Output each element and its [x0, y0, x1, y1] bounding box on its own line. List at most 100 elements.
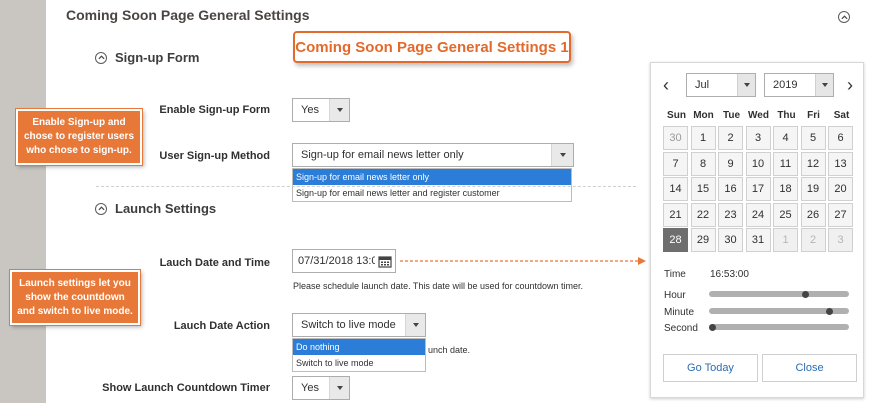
chevron-down-icon — [405, 314, 425, 336]
calendar-day[interactable]: 3 — [828, 228, 853, 252]
enable-signup-value: Yes — [301, 104, 319, 116]
hour-slider-handle[interactable] — [802, 290, 810, 298]
calendar-day[interactable]: 30 — [663, 126, 688, 150]
weekday-header: Sun — [667, 110, 686, 121]
calendar-icon[interactable] — [375, 255, 395, 268]
next-month-button[interactable]: › — [847, 76, 853, 94]
calendar-day[interactable]: 21 — [663, 202, 688, 227]
calendar-day[interactable]: 9 — [718, 151, 743, 176]
weekday-header: Mon — [693, 110, 714, 121]
calendar-day[interactable]: 28 — [663, 228, 688, 252]
second-slider-handle[interactable] — [709, 323, 716, 331]
signup-method-value: Sign-up for email news letter only — [301, 149, 464, 161]
hour-slider[interactable] — [709, 290, 849, 298]
launch-date-label: Lauch Date and Time — [159, 257, 270, 269]
signup-section-heading[interactable]: Sign-up Form — [95, 50, 200, 65]
collapse-section-button[interactable] — [838, 11, 850, 23]
time-label: Time — [664, 269, 686, 280]
second-label: Second — [664, 323, 698, 334]
chevron-down-icon — [329, 377, 349, 399]
launch-action-select[interactable]: Switch to live mode — [292, 313, 426, 337]
calendar-day[interactable]: 6 — [828, 126, 853, 150]
calendar-day[interactable]: 12 — [800, 151, 826, 176]
launch-action-label: Lauch Date Action — [173, 320, 270, 332]
calendar-day[interactable]: 25 — [773, 202, 798, 227]
launch-heading-text: Launch Settings — [115, 201, 217, 216]
calendar-day[interactable]: 24 — [745, 202, 771, 227]
launch-date-note: Please schedule launch date. This date w… — [293, 281, 584, 291]
weekday-header: Wed — [748, 110, 769, 121]
go-today-button[interactable]: Go Today — [663, 354, 758, 382]
launch-date-value: 07/31/2018 13:0 — [298, 255, 375, 267]
calendar-day[interactable]: 15 — [690, 177, 716, 201]
calendar-day[interactable]: 7 — [663, 151, 688, 176]
launch-section-heading[interactable]: Launch Settings — [95, 201, 216, 216]
calendar-day[interactable]: 17 — [745, 177, 771, 201]
calendar-day[interactable]: 13 — [828, 151, 853, 176]
left-rail — [0, 0, 46, 403]
chevron-up-icon — [840, 14, 848, 19]
signup-method-option[interactable]: Sign-up for email news letter only — [293, 169, 571, 185]
calendar-day[interactable]: 16 — [718, 177, 743, 201]
enable-signup-select[interactable]: Yes — [292, 98, 350, 122]
calendar-day[interactable]: 26 — [800, 202, 826, 227]
calendar-day[interactable]: 2 — [800, 228, 826, 252]
signup-heading-text: Sign-up Form — [115, 50, 200, 65]
calendar-day[interactable]: 8 — [690, 151, 716, 176]
calendar-day[interactable]: 1 — [690, 126, 716, 150]
launch-callout: Launch settings let you show the countdo… — [9, 269, 141, 326]
launch-date-input[interactable]: 07/31/2018 13:0 — [292, 249, 396, 273]
weekday-header: Thu — [777, 110, 796, 121]
calendar-day[interactable]: 11 — [773, 151, 798, 176]
chevron-up-icon — [95, 202, 107, 215]
signup-callout-line: Enable Sign-up and — [32, 117, 126, 128]
calendar-day[interactable]: 19 — [800, 177, 826, 201]
calendar-day[interactable]: 1 — [773, 228, 798, 252]
arrow-connector-icon — [400, 257, 646, 265]
chevron-down-icon — [329, 99, 349, 121]
countdown-select[interactable]: Yes — [292, 376, 350, 400]
year-value: 2019 — [773, 79, 798, 91]
chevron-down-icon — [737, 74, 755, 96]
launch-callout-line: Launch settings let you — [19, 277, 131, 289]
weekday-header: Sat — [833, 110, 850, 121]
minute-slider-handle[interactable] — [826, 307, 834, 315]
calendar-day[interactable]: 14 — [663, 177, 688, 201]
signup-method-option[interactable]: Sign-up for email news letter and regist… — [293, 185, 571, 201]
launch-action-option[interactable]: Do nothing — [293, 339, 425, 355]
section-divider — [96, 186, 636, 187]
time-value: 16:53:00 — [710, 269, 749, 280]
calendar-day[interactable]: 3 — [745, 126, 771, 150]
calendar-day[interactable]: 30 — [718, 228, 743, 252]
calendar-day[interactable]: 27 — [828, 202, 853, 227]
datepicker-popup: ‹ Jul 2019 › Sun Mon Tue Wed Thu Fri Sat… — [650, 62, 864, 398]
second-slider[interactable] — [709, 323, 849, 331]
signup-method-select[interactable]: Sign-up for email news letter only — [292, 143, 574, 167]
launch-action-option[interactable]: Switch to live mode — [293, 355, 425, 371]
weekday-header: Fri — [807, 110, 820, 121]
calendar-day[interactable]: 20 — [828, 177, 853, 201]
calendar-day[interactable]: 18 — [773, 177, 798, 201]
minute-label: Minute — [664, 307, 695, 318]
calendar-day[interactable]: 22 — [690, 202, 716, 227]
signup-method-label: User Sign-up Method — [159, 150, 270, 162]
month-value: Jul — [695, 79, 710, 91]
calendar-day[interactable]: 31 — [745, 228, 771, 252]
prev-month-button[interactable]: ‹ — [663, 76, 669, 94]
calendar-day[interactable]: 23 — [718, 202, 743, 227]
calendar-day[interactable]: 29 — [690, 228, 716, 252]
minute-slider[interactable] — [709, 307, 849, 315]
month-select[interactable]: Jul — [686, 73, 756, 97]
launch-callout-line: and switch to live mode. — [17, 305, 133, 317]
calendar-day[interactable]: 4 — [773, 126, 798, 150]
calendar-day[interactable]: 5 — [800, 126, 826, 150]
close-button[interactable]: Close — [762, 354, 857, 382]
launch-action-dropdown: Do nothing Switch to live mode — [292, 338, 426, 372]
hour-label: Hour — [664, 290, 686, 301]
countdown-label: Show Launch Countdown Timer — [102, 382, 270, 394]
calendar-day[interactable]: 2 — [718, 126, 743, 150]
chevron-up-icon — [95, 51, 107, 64]
calendar-day[interactable]: 10 — [745, 151, 771, 176]
year-select[interactable]: 2019 — [764, 73, 834, 97]
weekday-header: Tue — [722, 110, 741, 121]
